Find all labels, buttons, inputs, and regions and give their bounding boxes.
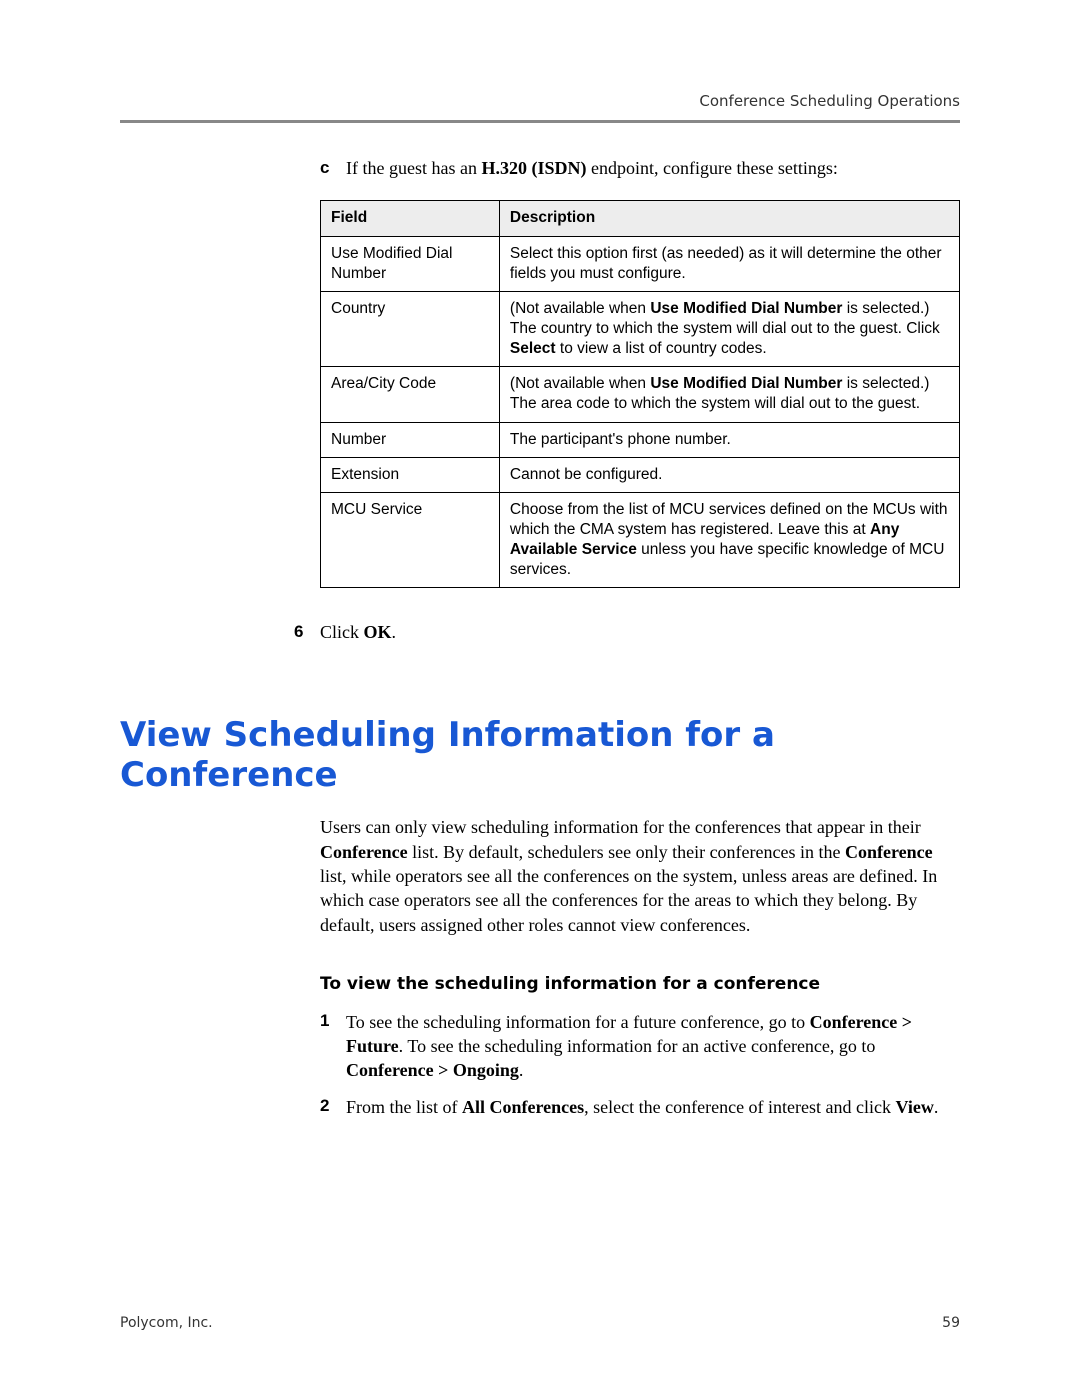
step-number: 1 [320, 1010, 346, 1033]
list-item: 2From the list of All Conferences, selec… [320, 1095, 960, 1119]
table-row: Use Modified Dial NumberSelect this opti… [321, 236, 960, 291]
th-desc: Description [499, 201, 959, 236]
cell-field: Use Modified Dial Number [321, 236, 500, 291]
page-footer: Polycom, Inc. 59 [120, 1315, 960, 1331]
step-text: To see the scheduling information for a … [346, 1010, 960, 1083]
step-6-post: . [392, 622, 397, 642]
section-body: Users can only view scheduling informati… [320, 815, 960, 1119]
cell-field: MCU Service [321, 492, 500, 588]
table-head-row: Field Description [321, 201, 960, 236]
cell-field: Number [321, 422, 500, 457]
step-c: c If the guest has an H.320 (ISDN) endpo… [320, 157, 960, 180]
step-text: From the list of All Conferences, select… [346, 1095, 960, 1119]
cell-desc: (Not available when Use Modified Dial Nu… [499, 291, 959, 366]
procedure-subhead: To view the scheduling information for a… [320, 973, 960, 996]
step-c-pre: If the guest has an [346, 158, 481, 178]
cell-field: Extension [321, 457, 500, 492]
table-body: Use Modified Dial NumberSelect this opti… [321, 236, 960, 588]
step-c-marker: c [320, 157, 346, 179]
cell-desc: Cannot be configured. [499, 457, 959, 492]
cell-desc: Choose from the list of MCU services def… [499, 492, 959, 588]
cell-desc: The participant's phone number. [499, 422, 959, 457]
cell-desc: Select this option first (as needed) as … [499, 236, 959, 291]
section-title: View Scheduling Information for a Confer… [120, 715, 960, 795]
cell-field: Area/City Code [321, 367, 500, 422]
step-number: 2 [320, 1095, 346, 1118]
page: Conference Scheduling Operations c If th… [0, 0, 1080, 1397]
list-item: 1To see the scheduling information for a… [320, 1010, 960, 1083]
step-c-post: endpoint, configure these settings: [586, 158, 837, 178]
procedure-list: 1To see the scheduling information for a… [320, 1010, 960, 1119]
settings-table: Field Description Use Modified Dial Numb… [320, 200, 960, 588]
footer-page-number: 59 [942, 1315, 960, 1331]
intro-paragraph: Users can only view scheduling informati… [320, 815, 960, 936]
footer-company: Polycom, Inc. [120, 1315, 213, 1331]
step-6-pre: Click [320, 622, 364, 642]
table-row: Country(Not available when Use Modified … [321, 291, 960, 366]
table-row: NumberThe participant's phone number. [321, 422, 960, 457]
step-c-bold: H.320 (ISDN) [481, 158, 586, 178]
th-field: Field [321, 201, 500, 236]
header-rule [120, 120, 960, 123]
running-head: Conference Scheduling Operations [120, 92, 960, 110]
step-c-text: If the guest has an H.320 (ISDN) endpoin… [346, 157, 838, 180]
step-6-marker: 6 [294, 622, 320, 642]
cell-desc: (Not available when Use Modified Dial Nu… [499, 367, 959, 422]
table-row: Area/City Code(Not available when Use Mo… [321, 367, 960, 422]
table-row: MCU ServiceChoose from the list of MCU s… [321, 492, 960, 588]
table-row: ExtensionCannot be configured. [321, 457, 960, 492]
step-6: 6 Click OK. [294, 622, 960, 643]
step-6-bold: OK [364, 622, 392, 642]
cell-field: Country [321, 291, 500, 366]
step-6-text: Click OK. [320, 622, 396, 643]
upper-content: c If the guest has an H.320 (ISDN) endpo… [320, 157, 960, 643]
